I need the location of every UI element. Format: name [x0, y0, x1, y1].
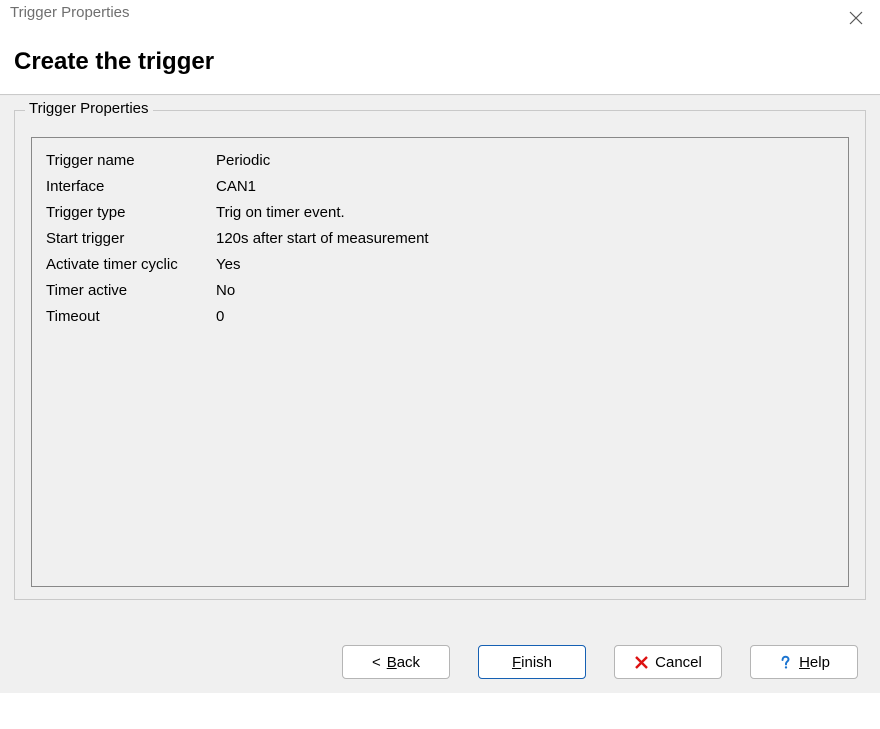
title-bar: Trigger Properties [0, 0, 880, 34]
property-label: Start trigger [46, 226, 216, 252]
groupbox-legend: Trigger Properties [25, 100, 153, 117]
property-row: Trigger name Periodic [46, 148, 834, 174]
trigger-properties-group: Trigger Properties Trigger name Periodic… [14, 110, 866, 600]
finish-button-label: Finish [512, 654, 552, 671]
property-row: Interface CAN1 [46, 174, 834, 200]
close-icon [849, 11, 863, 25]
back-button-label: Back [387, 654, 420, 671]
property-label: Activate timer cyclic [46, 252, 216, 278]
wizard-button-row: < Back Finish Cancel Help [0, 631, 880, 693]
page-title: Create the trigger [14, 48, 866, 76]
wizard-body: Trigger Properties Trigger name Periodic… [0, 96, 880, 631]
property-value: Yes [216, 252, 834, 278]
close-button[interactable] [842, 4, 870, 32]
property-value: No [216, 278, 834, 304]
back-button-prefix: < [372, 654, 381, 671]
cancel-icon [634, 655, 649, 670]
property-value: CAN1 [216, 174, 834, 200]
help-icon [778, 655, 793, 670]
wizard-header: Create the trigger [0, 34, 880, 94]
property-label: Timeout [46, 304, 216, 330]
finish-button[interactable]: Finish [478, 645, 586, 679]
help-button-label: Help [799, 654, 830, 671]
property-value: Periodic [216, 148, 834, 174]
property-label: Interface [46, 174, 216, 200]
window-title: Trigger Properties [10, 4, 130, 21]
property-value: 0 [216, 304, 834, 330]
property-value: Trig on timer event. [216, 200, 834, 226]
property-label: Timer active [46, 278, 216, 304]
cancel-button[interactable]: Cancel [614, 645, 722, 679]
property-label: Trigger name [46, 148, 216, 174]
property-row: Timer active No [46, 278, 834, 304]
cancel-button-label: Cancel [655, 654, 702, 671]
property-row: Start trigger 120s after start of measur… [46, 226, 834, 252]
help-button[interactable]: Help [750, 645, 858, 679]
property-value: 120s after start of measurement [216, 226, 834, 252]
property-row: Timeout 0 [46, 304, 834, 330]
property-row: Activate timer cyclic Yes [46, 252, 834, 278]
back-button[interactable]: < Back [342, 645, 450, 679]
property-label: Trigger type [46, 200, 216, 226]
properties-panel: Trigger name Periodic Interface CAN1 Tri… [31, 137, 849, 587]
property-row: Trigger type Trig on timer event. [46, 200, 834, 226]
